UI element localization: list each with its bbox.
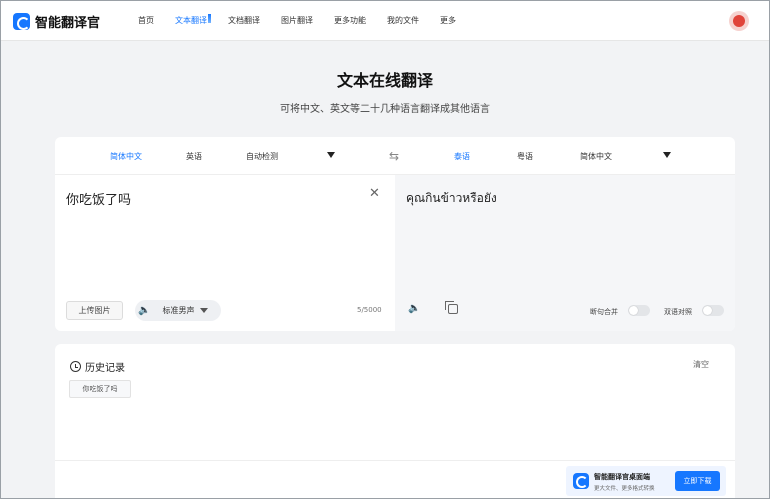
- merge-sentences-toggle[interactable]: [628, 305, 650, 316]
- banner-title: 智能翻译官桌面端: [594, 473, 650, 481]
- translation-output: คุณกินข้าวหรือยัง: [406, 191, 497, 205]
- copy-icon[interactable]: [445, 301, 458, 314]
- speaker-icon[interactable]: 🔈: [138, 305, 150, 316]
- clear-history-button[interactable]: 清空: [693, 359, 709, 370]
- logo[interactable]: 智能翻译官: [13, 12, 100, 31]
- main-nav: 首页 文本翻译 文档翻译 图片翻译 更多功能 我的文件 更多: [138, 1, 477, 41]
- avatar-icon[interactable]: [729, 11, 749, 31]
- divider: [55, 460, 735, 461]
- desktop-download-banner: 智能翻译官桌面端 更大文件、更多格式转换 立即下载: [566, 466, 726, 496]
- target-lang-cantonese[interactable]: 粤语: [517, 151, 533, 162]
- nav-item-image-translate[interactable]: 图片翻译: [281, 1, 313, 41]
- upload-image-button[interactable]: 上传图片: [66, 301, 123, 320]
- target-lang-chinese[interactable]: 简体中文: [580, 151, 612, 162]
- nav-item-home[interactable]: 首页: [138, 1, 154, 41]
- target-lang-dropdown-icon[interactable]: [663, 152, 671, 158]
- close-icon[interactable]: ✕: [369, 186, 380, 201]
- app-logo-icon: [573, 473, 589, 489]
- speaker-icon[interactable]: 🔈: [408, 303, 420, 314]
- download-button[interactable]: 立即下载: [675, 471, 720, 491]
- history-title-label: 历史记录: [85, 363, 125, 374]
- nav-item-text-translate[interactable]: 文本翻译: [175, 1, 211, 41]
- nav-item-doc-translate[interactable]: 文档翻译: [228, 1, 260, 41]
- logo-icon: [13, 13, 30, 30]
- source-lang-dropdown-icon[interactable]: [327, 152, 335, 158]
- chevron-down-icon: [200, 308, 209, 313]
- page-subtitle: 可将中文、英文等二十几种语言翻译成其他语言: [280, 104, 490, 115]
- translator-card: 简体中文 英语 自动检测 ⇆ 泰语 粤语 简体中文 你吃饭了吗 ✕ คุณกิน…: [55, 137, 735, 331]
- char-count: 5/5000: [357, 306, 382, 314]
- history-clock-icon: [70, 361, 81, 372]
- history-title: 历史记录: [70, 359, 125, 374]
- history-item[interactable]: 你吃饭了吗: [69, 380, 131, 398]
- nav-item-my-files[interactable]: 我的文件: [387, 1, 419, 41]
- target-lang-thai[interactable]: 泰语: [454, 151, 470, 162]
- voice-select[interactable]: 🔈 标准男声: [135, 300, 221, 321]
- source-lang-auto[interactable]: 自动检测: [246, 151, 278, 162]
- logo-text: 智能翻译官: [35, 16, 101, 31]
- banner-subtitle: 更大文件、更多格式转换: [594, 486, 655, 492]
- source-lang-chinese[interactable]: 简体中文: [110, 151, 142, 162]
- nav-item-more[interactable]: 更多: [440, 1, 456, 41]
- source-lang-english[interactable]: 英语: [186, 151, 202, 162]
- bilingual-label: 双语对照: [664, 308, 692, 316]
- voice-select-label: 标准男声: [162, 306, 195, 315]
- top-header: 智能翻译官 首页 文本翻译 文档翻译 图片翻译 更多功能 我的文件 更多: [1, 1, 769, 41]
- swap-icon[interactable]: ⇆: [389, 149, 399, 163]
- language-bar: 简体中文 英语 自动检测 ⇆ 泰语 粤语 简体中文: [55, 137, 735, 175]
- source-textarea[interactable]: 你吃饭了吗: [66, 189, 131, 208]
- page-title: 文本在线翻译: [336, 71, 433, 90]
- nav-item-more-features[interactable]: 更多功能: [334, 1, 366, 41]
- merge-sentences-label: 断句合并: [590, 308, 618, 316]
- bilingual-toggle[interactable]: [702, 305, 724, 316]
